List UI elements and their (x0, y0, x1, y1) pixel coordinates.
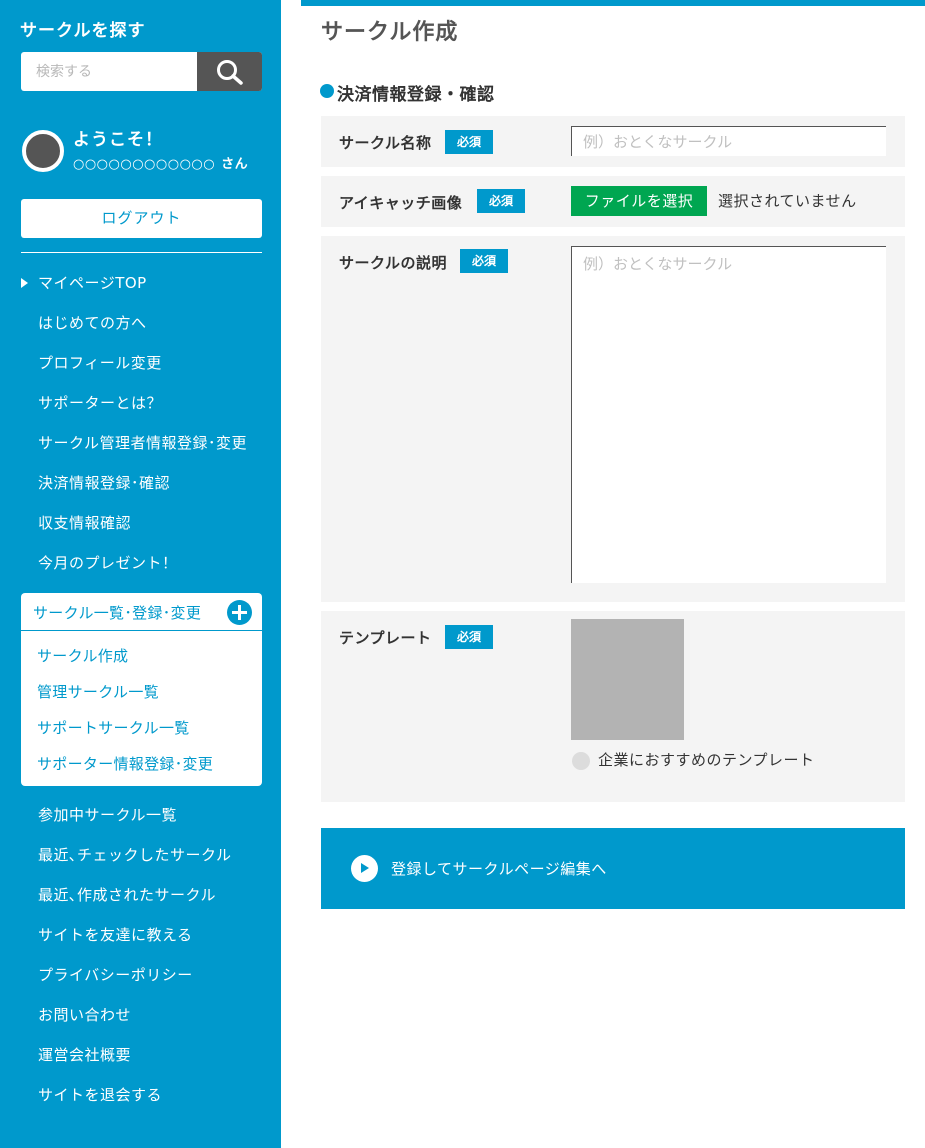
nav-item-beginners[interactable]: はじめての方へ (38, 312, 147, 333)
submit-button[interactable]: 登録してサークルページ編集へ (321, 828, 905, 909)
file-select-button[interactable]: ファイルを選択 (571, 186, 707, 216)
required-badge: 必須 (445, 625, 493, 649)
search-icon (217, 60, 243, 85)
nav-item-company[interactable]: 運営会社概要 (38, 1044, 131, 1065)
circle-menu-header[interactable]: サークル一覧･登録･変更 (21, 593, 262, 631)
top-accent-bar (301, 0, 925, 6)
username-value: ○○○○○○○○○○○○ (73, 157, 216, 172)
section-bullet-icon (320, 84, 334, 98)
required-badge: 必須 (477, 189, 525, 213)
play-circle-icon (351, 855, 378, 882)
nav-item-recently-checked[interactable]: 最近､チェックしたサークル (38, 844, 232, 865)
username-suffix: さん (221, 157, 249, 172)
sidebar-divider (21, 252, 262, 253)
radio-icon[interactable] (572, 752, 590, 770)
image-label: アイキャッチ画像 (339, 194, 463, 212)
nav-item-tell-friends[interactable]: サイトを友達に教える (38, 924, 193, 945)
nav-item-recently-created[interactable]: 最近､作成されたサークル (38, 884, 216, 905)
required-badge: 必須 (460, 249, 508, 273)
nav-item-about-supporter[interactable]: サポーターとは？ (38, 392, 162, 413)
form-row-description: サークルの説明 必須 (321, 236, 905, 602)
nav-item-joined-circles[interactable]: 参加中サークル一覧 (38, 804, 177, 825)
form-row-image: アイキャッチ画像 必須 ファイルを選択 選択されていません (321, 176, 905, 227)
avatar (22, 130, 64, 172)
description-label: サークルの説明 (339, 254, 448, 272)
nav-item-payment[interactable]: 決済情報登録･確認 (38, 472, 170, 493)
name-label: サークル名称 (339, 134, 432, 152)
circle-menu-panel: サークル一覧･登録･変更 サークル作成 管理サークル一覧 サポートサークル一覧 … (21, 593, 262, 786)
welcome-text: ようこそ！ (73, 130, 163, 150)
form-row-template: テンプレート 必須 企業におすすめのテンプレート (321, 611, 905, 802)
nav-item-mypage-top[interactable]: マイページTOP (38, 272, 147, 293)
nav-item-balance[interactable]: 収支情報確認 (38, 512, 131, 533)
circle-menu-header-label: サークル一覧･登録･変更 (33, 604, 202, 622)
nav-item-profile[interactable]: プロフィール変更 (38, 352, 162, 373)
section-title: 決済情報登録・確認 (337, 85, 495, 105)
sidebar: サークルを探す ようこそ！ ○○○○○○○○○○○○ さん ログアウト マイページ… (0, 0, 281, 1148)
search-input[interactable] (21, 52, 197, 91)
logout-button[interactable]: ログアウト (21, 199, 262, 238)
search-button[interactable] (197, 52, 262, 91)
page-title: サークル作成 (321, 20, 459, 45)
nav-item-privacy[interactable]: プライバシーポリシー (38, 964, 193, 985)
circle-menu-item-create[interactable]: サークル作成 (37, 645, 128, 666)
username: ○○○○○○○○○○○○ さん (73, 153, 248, 172)
nav-item-present[interactable]: 今月のプレゼント！ (38, 552, 178, 573)
nav-item-contact[interactable]: お問い合わせ (38, 1004, 131, 1025)
template-option-label: 企業におすすめのテンプレート (598, 751, 815, 769)
nav-item-withdraw[interactable]: サイトを退会する (38, 1084, 162, 1105)
submit-label: 登録してサークルページ編集へ (391, 860, 607, 878)
description-textarea[interactable] (571, 246, 886, 583)
template-thumbnail[interactable] (571, 619, 684, 740)
circle-menu-item-managed[interactable]: 管理サークル一覧 (37, 681, 159, 702)
circle-menu-item-supported[interactable]: サポートサークル一覧 (37, 717, 190, 738)
circle-name-input[interactable] (571, 126, 886, 156)
nav-item-admin-info[interactable]: サークル管理者情報登録･変更 (38, 432, 247, 453)
template-label: テンプレート (339, 629, 432, 647)
sidebar-title: サークルを探す (20, 21, 146, 41)
circle-menu-item-supporter-info[interactable]: サポーター情報登録･変更 (37, 753, 213, 774)
plus-circle-icon[interactable] (227, 600, 252, 625)
triangle-right-icon (21, 278, 28, 288)
form-row-name: サークル名称 必須 (321, 116, 905, 167)
file-status: 選択されていません (718, 192, 857, 210)
search-box (21, 52, 262, 91)
required-badge: 必須 (445, 130, 493, 154)
